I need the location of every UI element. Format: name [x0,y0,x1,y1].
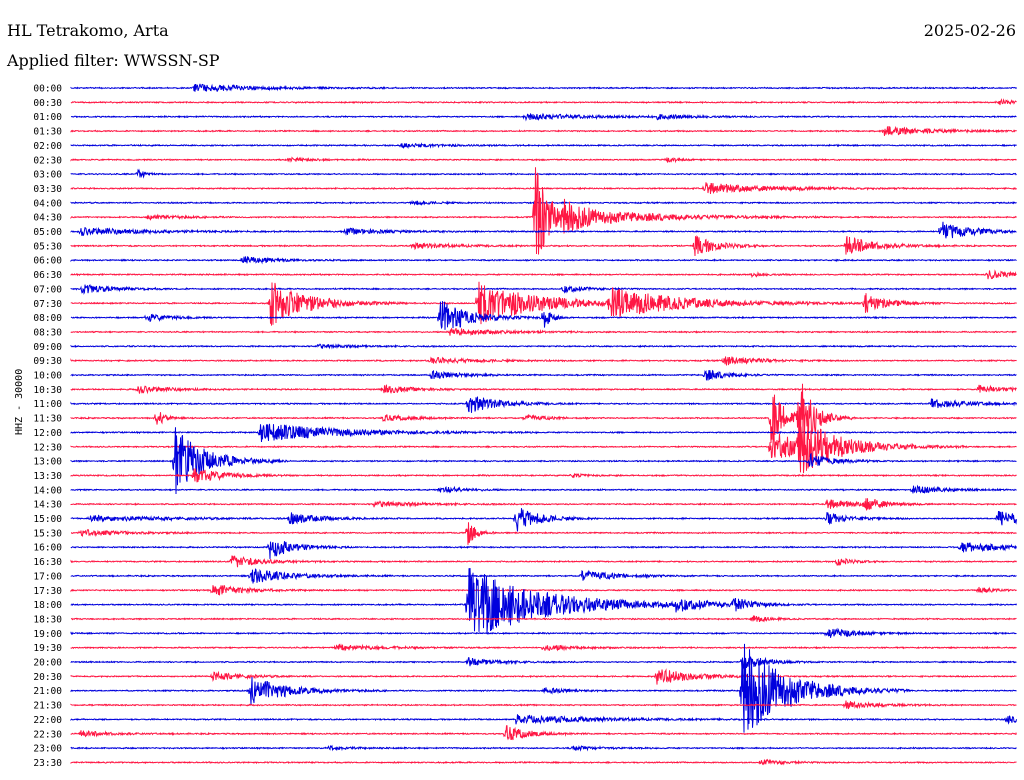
row-time-label: 22:30 [33,729,62,740]
row-time-label: 12:30 [33,442,62,453]
row-time-label: 13:00 [33,457,62,468]
trace-row [70,484,1017,494]
trace-row [70,327,1017,336]
row-time-label: 16:30 [33,557,62,568]
row-time-label: 05:30 [33,241,62,252]
trace-row [70,568,1017,584]
trace-row [70,468,1017,483]
trace-row [70,714,1017,725]
row-time-label: 20:30 [33,672,62,683]
row-time-label: 10:30 [33,385,62,396]
trace-row [70,167,1017,255]
trace-row [70,668,1017,685]
trace-row [70,98,1017,106]
trace-row [70,156,1017,164]
row-time-label: 22:00 [33,715,62,726]
row-time-label: 19:30 [33,643,62,654]
row-time-label: 20:00 [33,658,62,669]
row-time-label: 07:00 [33,284,62,295]
trace-row [70,508,1017,532]
row-time-label: 08:30 [33,327,62,338]
row-time-label: 15:00 [33,514,62,525]
trace-row [70,125,1017,136]
trace-row [70,567,1017,634]
row-time-label: 13:30 [33,471,62,482]
row-time-label: 15:30 [33,528,62,539]
row-time-label: 05:00 [33,227,62,238]
row-time-label: 01:30 [33,127,62,138]
row-time-label: 14:00 [33,485,62,496]
row-time-label: 09:30 [33,356,62,367]
trace-row [70,744,1017,752]
row-time-label: 03:30 [33,184,62,195]
trace-row [70,627,1017,638]
trace-row [70,284,1017,295]
row-time-label: 00:00 [33,84,62,95]
row-time-label: 16:00 [33,543,62,554]
trace-row [70,615,1017,623]
trace-row [70,427,1017,495]
trace-row [70,199,1017,206]
trace-row [70,256,1017,265]
row-time-label: 07:30 [33,299,62,310]
trace-row [70,383,1017,451]
trace-row [70,725,1017,741]
row-time-label: 06:30 [33,270,62,281]
row-time-label: 09:00 [33,342,62,353]
trace-row [71,522,1017,545]
trace-row [70,356,1017,366]
row-time-label: 11:30 [33,414,62,425]
trace-row [70,369,1017,381]
trace-row [70,83,1017,92]
trace-row [70,498,1017,511]
trace-row [70,643,1017,652]
row-time-label: 00:30 [33,98,62,109]
trace-row [70,423,1017,443]
row-time-label: 02:00 [33,141,62,152]
trace-row [70,142,1017,150]
row-time-label: 21:30 [33,701,62,712]
row-time-label: 17:00 [33,571,62,582]
row-time-label: 19:00 [33,629,62,640]
row-time-label: 06:00 [33,256,62,267]
row-time-label: 11:00 [33,399,62,410]
row-time-label: 14:30 [33,500,62,511]
row-time-label: 10:00 [33,371,62,382]
row-time-label: 01:00 [33,112,62,123]
row-time-label: 04:00 [33,198,62,209]
trace-row [70,700,1017,710]
row-time-label: 23:30 [33,758,62,769]
trace-row [70,541,1017,560]
trace-row [70,758,1017,766]
row-time-label: 18:00 [33,600,62,611]
trace-row [70,396,1017,413]
trace-row [70,555,1017,568]
trace-row [70,384,1017,395]
trace-row [70,112,1017,122]
trace-row [70,656,1017,670]
row-time-label: 21:00 [33,686,62,697]
trace-row [70,269,1017,280]
row-time-label: 02:30 [33,155,62,166]
row-time-label: 03:00 [33,170,62,181]
row-time-label: 08:00 [33,313,62,324]
row-time-label: 18:30 [33,614,62,625]
trace-row [70,343,1017,350]
helicorder-chart: 00:00 00:30 01:00 01:30 02:00 02:30 03:00 03:30… [33,83,1017,769]
trace-row [70,168,1017,179]
row-time-label: 12:00 [33,428,62,439]
trace-row [70,585,1017,596]
row-time-label: 17:30 [33,586,62,597]
row-time-label: 04:30 [33,213,62,224]
trace-row [70,182,1017,195]
row-time-label: 23:00 [33,744,62,755]
